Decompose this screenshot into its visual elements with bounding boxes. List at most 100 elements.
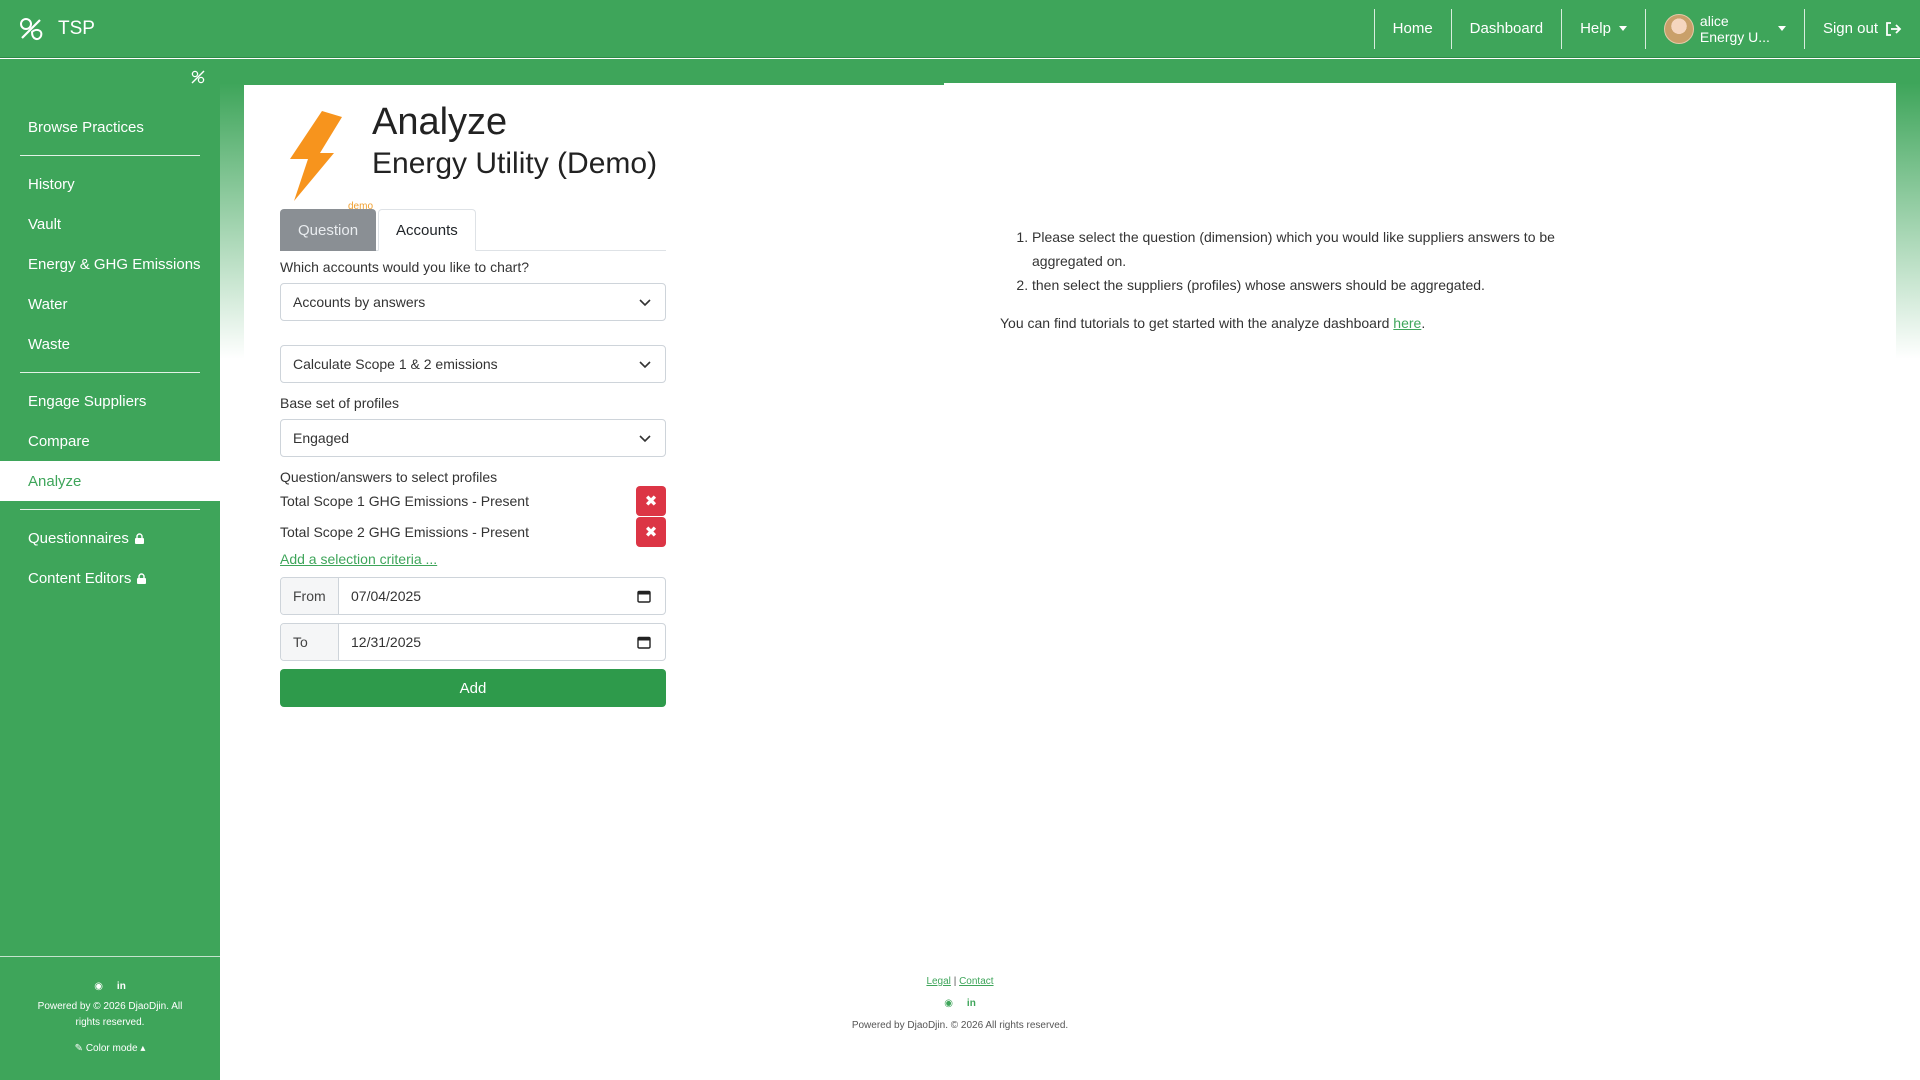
from-label: From (281, 578, 339, 614)
github-icon[interactable]: ◉ (944, 995, 953, 1013)
color-mode-toggle[interactable]: ✎ Color mode ▴ (0, 1041, 220, 1057)
caret-down-icon (1777, 26, 1786, 31)
accounts-select-value: Accounts by answers (293, 294, 426, 310)
linkedin-icon[interactable]: in (967, 995, 976, 1013)
user-name: alice (1699, 12, 1729, 29)
close-icon: ✖ (644, 492, 658, 510)
nav-dashboard[interactable]: Dashboard (1450, 8, 1561, 49)
accounts-select[interactable]: Accounts by answers (280, 283, 666, 321)
to-date-input[interactable]: 12/31/2025 (339, 624, 665, 660)
footer-separator: | (953, 976, 957, 987)
linkedin-icon[interactable]: in (117, 979, 126, 995)
user-menu[interactable]: alice Energy U... (1644, 8, 1804, 49)
brand-logo-icon (20, 17, 43, 40)
contact-link[interactable]: Contact (959, 976, 993, 987)
remove-criteria-button[interactable]: ✖ (636, 516, 666, 547)
nav-help-dropdown[interactable]: Help (1561, 8, 1645, 49)
brush-icon: ✎ (74, 1043, 84, 1054)
sidebar-item-browse-practices[interactable]: Browse Practices (0, 107, 220, 147)
caret-down-icon (1618, 26, 1627, 31)
sidebar-item-content-editors[interactable]: Content Editors (0, 558, 220, 598)
sidebar-item-energy-ghg[interactable]: Energy & GHG Emissions (0, 244, 220, 284)
add-button[interactable]: Add (280, 669, 666, 707)
calc-select[interactable]: Calculate Scope 1 & 2 emissions (280, 345, 666, 383)
github-icon[interactable]: ◉ (94, 979, 103, 995)
card-top-line (244, 83, 944, 85)
main-content: demo Analyze Energy Utility (Demo) Quest… (220, 59, 1920, 1080)
avatar (1663, 13, 1694, 44)
base-profiles-select[interactable]: Engaged (280, 419, 666, 457)
instructions: Please select the question (dimension) w… (1000, 225, 1620, 335)
criteria-text: Total Scope 1 GHG Emissions - Present (280, 492, 529, 509)
chevron-down-icon (639, 299, 651, 307)
sidebar-item-label: Questionnaires (28, 529, 129, 547)
sign-out-icon (1886, 21, 1902, 36)
from-date-value: 07/04/2025 (351, 588, 422, 604)
sidebar-item-analyze[interactable]: Analyze (0, 461, 220, 501)
footer-social-icons: ◉ in (220, 995, 1700, 1013)
tab-question[interactable]: Question (280, 209, 377, 251)
instruction-steps: Please select the question (dimension) w… (1000, 225, 1620, 297)
to-date-value: 12/31/2025 (351, 634, 422, 650)
calendar-icon[interactable] (637, 635, 651, 649)
nav-signout[interactable]: Sign out (1803, 8, 1920, 49)
page-subtitle: Energy Utility (Demo) (372, 147, 658, 180)
analyze-card: demo Analyze Energy Utility (Demo) Quest… (244, 83, 1896, 883)
to-date-group: To 12/31/2025 (280, 623, 666, 661)
criteria-row: Total Scope 1 GHG Emissions - Present ✖ (280, 485, 666, 516)
close-icon: ✖ (644, 523, 658, 541)
instruction-step: Please select the question (dimension) w… (1032, 225, 1620, 273)
nav-help-label: Help (1580, 20, 1611, 37)
sidebar-list: Browse Practices History Vault Energy & … (0, 107, 220, 598)
footer-powered-text: Powered by DjaoDjin. © 2026 All rights r… (851, 1020, 1069, 1031)
tab-accounts[interactable]: Accounts (378, 209, 476, 251)
page-title: Analyze (372, 101, 508, 143)
base-profiles-label: Base set of profiles (280, 395, 400, 411)
sidebar-item-waste[interactable]: Waste (0, 324, 220, 364)
tabs: Question Accounts (280, 209, 666, 251)
sidebar-item-label: Content Editors (28, 569, 132, 587)
brand-name: TSP (58, 17, 95, 39)
caret-up-icon: ▴ (140, 1043, 146, 1054)
accounts-label: Which accounts would you like to chart? (280, 259, 530, 275)
tutorial-link[interactable]: here (1393, 315, 1421, 331)
tutorial-end: . (1421, 315, 1426, 331)
criteria-label: Question/answers to select profiles (280, 469, 498, 485)
sidebar-divider (20, 372, 200, 373)
nav-right: Home Dashboard Help alice Energy U... Si… (1373, 0, 1920, 57)
lightning-bolt-icon (290, 111, 342, 201)
sidebar-item-vault[interactable]: Vault (0, 204, 220, 244)
sidebar-item-history[interactable]: History (0, 164, 220, 204)
user-info: alice Energy U... (1700, 13, 1770, 45)
color-mode-label: Color mode (85, 1043, 138, 1054)
to-label: To (281, 624, 339, 660)
social-icons: ◉ in (0, 979, 220, 995)
remove-criteria-button[interactable]: ✖ (636, 485, 666, 516)
sidebar-divider (20, 155, 200, 156)
from-date-group: From 07/04/2025 (280, 577, 666, 615)
top-navbar: TSP Home Dashboard Help alice Energy U..… (0, 0, 1920, 58)
user-org: Energy U... (1699, 28, 1770, 45)
nav-home[interactable]: Home (1373, 8, 1451, 49)
criteria-row: Total Scope 2 GHG Emissions - Present ✖ (280, 516, 666, 547)
sidebar-item-compare[interactable]: Compare (0, 421, 220, 461)
sidebar-footer: ◉ in Powered by © 2026 DjaoDjin. All rig… (0, 956, 220, 1080)
chevron-down-icon (639, 435, 651, 443)
sidebar-collapse-icon[interactable] (190, 69, 206, 85)
from-date-input[interactable]: 07/04/2025 (339, 578, 665, 614)
sidebar-item-questionnaires[interactable]: Questionnaires (0, 518, 220, 558)
calendar-icon[interactable] (637, 589, 651, 603)
brand[interactable]: TSP (16, 14, 95, 44)
sidebar: Browse Practices History Vault Energy & … (0, 59, 220, 1080)
sidebar-item-engage-suppliers[interactable]: Engage Suppliers (0, 381, 220, 421)
calc-select-value: Calculate Scope 1 & 2 emissions (293, 356, 498, 372)
legal-link[interactable]: Legal (926, 976, 950, 987)
sidebar-item-water[interactable]: Water (0, 284, 220, 324)
add-criteria-link[interactable]: Add a selection criteria ... (280, 551, 666, 567)
accounts-form: Which accounts would you like to chart? … (280, 259, 666, 707)
criteria-text: Total Scope 2 GHG Emissions - Present (280, 523, 529, 540)
signout-label: Sign out (1822, 20, 1878, 37)
tutorial-paragraph: You can find tutorials to get started wi… (1000, 311, 1620, 335)
base-profiles-value: Engaged (293, 430, 350, 446)
page-footer: Legal | Contact ◉ in Powered by DjaoDjin… (220, 973, 1700, 1035)
